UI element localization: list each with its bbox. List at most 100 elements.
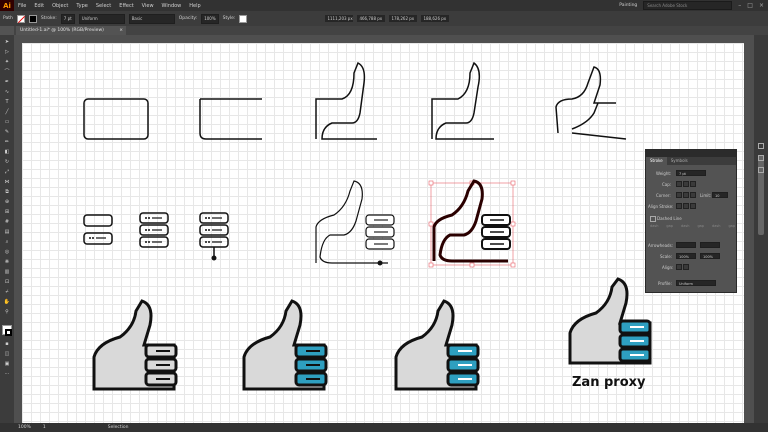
screen-mode-icon[interactable]: ▣ <box>3 361 11 367</box>
start-scale-field[interactable]: 100% <box>676 253 696 259</box>
close-tab-icon[interactable]: × <box>119 26 123 35</box>
stroke-weight-field[interactable]: 7 pt <box>60 13 75 24</box>
hand-tool-icon[interactable]: ✋ <box>3 299 11 305</box>
align-inside-icon[interactable] <box>683 203 689 209</box>
thumbs-up-blue-servers-a[interactable] <box>242 299 328 391</box>
curvature-tool-icon[interactable]: ∿ <box>3 89 11 95</box>
hand-with-servers-selected[interactable] <box>428 179 516 268</box>
step4-thumb-outline[interactable] <box>431 61 494 140</box>
projecting-cap-icon[interactable] <box>690 181 696 187</box>
y-field[interactable]: 466,788 px <box>357 15 386 22</box>
x-field[interactable]: 1111,203 px <box>325 15 354 22</box>
round-join-icon[interactable] <box>683 192 689 198</box>
graph-tool-icon[interactable]: ▥ <box>3 269 11 275</box>
stroke-swatch[interactable] <box>28 14 37 23</box>
opacity-field[interactable]: 100% <box>201 13 219 24</box>
align-outside-icon[interactable] <box>690 203 696 209</box>
zoom-tool-icon[interactable]: ⚲ <box>3 309 11 315</box>
lasso-tool-icon[interactable]: ⌒ <box>3 69 11 75</box>
slice-tool-icon[interactable]: ⌿ <box>3 289 11 295</box>
align-center-icon[interactable] <box>676 203 682 209</box>
rotate-tool-icon[interactable]: ↻ <box>3 159 11 165</box>
server-stack-small[interactable] <box>83 214 113 245</box>
weight-field[interactable]: 7 pt <box>676 170 706 176</box>
arrow-tip-at-end-icon[interactable] <box>683 264 689 270</box>
menu-window[interactable]: Window <box>158 3 186 9</box>
artboard-number[interactable]: 1 <box>43 425 46 430</box>
menu-edit[interactable]: Edit <box>30 3 48 9</box>
step2-open-rect[interactable] <box>199 98 262 140</box>
symbol-sprayer-tool-icon[interactable]: ❋ <box>3 259 11 265</box>
server-stack-with-stand[interactable] <box>199 212 229 261</box>
menu-file[interactable]: File <box>14 3 30 9</box>
dashed-line-checkbox[interactable] <box>650 216 656 222</box>
artboard-tool-icon[interactable]: ⊡ <box>3 279 11 285</box>
gradient-tool-icon[interactable]: ▤ <box>3 229 11 235</box>
magic-wand-tool-icon[interactable]: ✦ <box>3 59 11 65</box>
rectangle-tool-icon[interactable]: ▭ <box>3 119 11 125</box>
menu-object[interactable]: Object <box>48 3 72 9</box>
color-panel-icon[interactable] <box>758 167 764 173</box>
step3-thumb-outline[interactable] <box>315 61 377 140</box>
arrow-tip-beyond-icon[interactable] <box>676 264 682 270</box>
zoom-level[interactable]: 100% <box>18 425 31 430</box>
width-tool-icon[interactable]: ⋈ <box>3 179 11 185</box>
pen-tool-icon[interactable]: ✒ <box>3 79 11 85</box>
stroke-color-icon[interactable] <box>5 329 12 336</box>
hand-with-servers-outline[interactable] <box>315 180 395 266</box>
bevel-join-icon[interactable] <box>690 192 696 198</box>
selection-tool-icon[interactable]: ➤ <box>3 39 11 45</box>
step5-thumb-outline[interactable] <box>555 66 627 140</box>
width-field[interactable]: 178,262 px <box>389 15 418 22</box>
stock-search-input[interactable]: Search Adobe Stock <box>643 1 733 10</box>
fill-swatch[interactable] <box>16 14 25 23</box>
brush-definition[interactable]: Basic <box>128 13 175 24</box>
free-transform-tool-icon[interactable]: ⧉ <box>3 189 11 195</box>
minimize-icon[interactable]: – <box>738 2 741 9</box>
profile-select[interactable]: Uniform <box>676 280 716 286</box>
canvas-area[interactable]: Zan proxy <box>14 35 754 423</box>
paintbrush-tool-icon[interactable]: ✎ <box>3 129 11 135</box>
thumbs-up-gray-servers[interactable] <box>92 299 178 391</box>
limit-field[interactable]: 10 <box>712 192 728 198</box>
end-arrowhead-select[interactable] <box>700 242 720 248</box>
menu-select[interactable]: Select <box>92 3 115 9</box>
eraser-tool-icon[interactable]: ◧ <box>3 149 11 155</box>
variable-width-profile[interactable]: Uniform <box>78 13 125 24</box>
tab-stroke[interactable]: Stroke <box>646 157 667 165</box>
menu-view[interactable]: View <box>138 3 158 9</box>
drawing-mode-icon[interactable]: ◫ <box>3 351 11 357</box>
mesh-tool-icon[interactable]: # <box>3 219 11 225</box>
menu-help[interactable]: Help <box>185 3 204 9</box>
type-tool-icon[interactable]: T <box>3 99 11 105</box>
line-tool-icon[interactable]: ╱ <box>3 109 11 115</box>
artboard[interactable]: Zan proxy <box>22 43 744 423</box>
start-arrowhead-select[interactable] <box>676 242 696 248</box>
menu-effect[interactable]: Effect <box>115 3 137 9</box>
maximize-icon[interactable]: □ <box>747 2 753 9</box>
step1-rectangle[interactable] <box>83 98 149 140</box>
round-cap-icon[interactable] <box>683 181 689 187</box>
workspace-switcher[interactable]: Painting <box>619 3 637 8</box>
height-field[interactable]: 188,626 px <box>421 15 450 22</box>
direct-selection-tool-icon[interactable]: ▷ <box>3 49 11 55</box>
color-mode-icon[interactable]: ▪ <box>3 341 11 347</box>
perspective-grid-tool-icon[interactable]: ⊞ <box>3 209 11 215</box>
graphic-style-swatch[interactable] <box>239 14 248 23</box>
butt-cap-icon[interactable] <box>676 181 682 187</box>
zan-proxy-logo[interactable]: Zan proxy <box>568 277 652 390</box>
stroke-panel-icon[interactable] <box>758 143 764 149</box>
vertical-scrollbar[interactable] <box>754 35 768 423</box>
server-stack-medium[interactable] <box>139 212 169 248</box>
thumbs-up-blue-servers-b[interactable] <box>394 299 480 391</box>
eyedropper-tool-icon[interactable]: ⌕ <box>3 239 11 245</box>
end-scale-field[interactable]: 100% <box>700 253 720 259</box>
close-window-icon[interactable]: × <box>759 2 764 9</box>
pencil-tool-icon[interactable]: ✏ <box>3 139 11 145</box>
scale-tool-icon[interactable]: ⤢ <box>3 169 11 175</box>
edit-toolbar-icon[interactable]: ⋯ <box>3 371 11 377</box>
tab-symbols[interactable]: Symbols <box>667 157 692 165</box>
blend-tool-icon[interactable]: ◎ <box>3 249 11 255</box>
miter-join-icon[interactable] <box>676 192 682 198</box>
symbols-panel-icon[interactable] <box>758 155 764 161</box>
